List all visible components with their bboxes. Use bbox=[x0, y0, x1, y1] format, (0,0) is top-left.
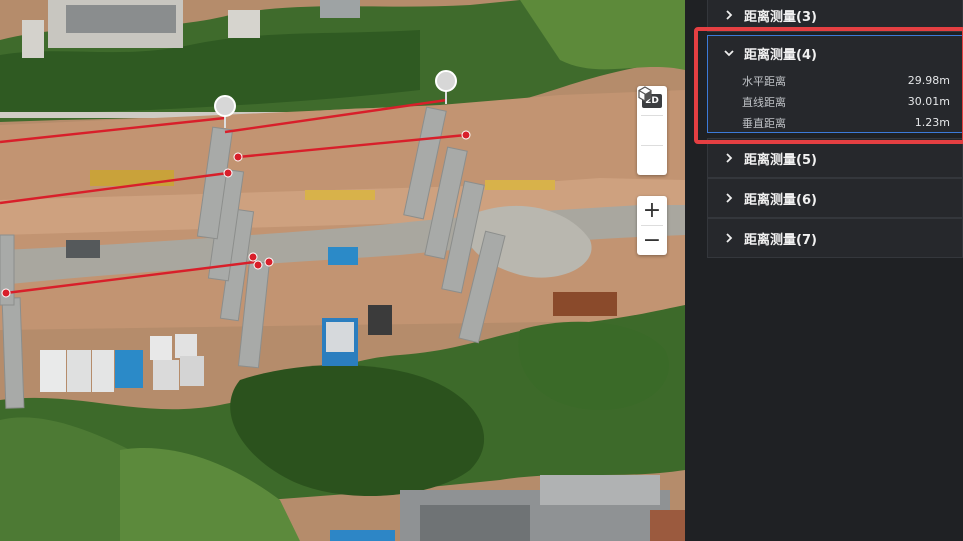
measure-item-title: 距离测量(3) bbox=[744, 9, 817, 25]
row-value: 29.98m bbox=[907, 74, 950, 87]
view-mode-toolbar: 2D bbox=[637, 86, 667, 175]
zoom-out-button[interactable]: − bbox=[637, 226, 667, 255]
measure-item-header[interactable]: 距离测量(7) bbox=[708, 219, 962, 257]
chevron-right-icon bbox=[726, 193, 733, 203]
measure-item-5[interactable]: 距离测量(5) bbox=[707, 138, 963, 178]
mode-3d-model-button[interactable] bbox=[637, 87, 667, 145]
measure-item-title: 距离测量(4) bbox=[744, 47, 817, 63]
measure-item-title: 距离测量(5) bbox=[744, 152, 817, 168]
measure-item-header[interactable]: 距离测量(4) bbox=[708, 36, 962, 70]
row-value: 30.01m bbox=[907, 95, 950, 108]
row-label: 垂直距离 bbox=[742, 116, 786, 130]
cube-outline-icon bbox=[638, 86, 652, 102]
measure-item-4-expanded[interactable]: 距离测量(4) 水平距离 29.98m 直线距离 30.01m 垂直距离 1.2… bbox=[707, 35, 963, 133]
aerial-imagery bbox=[0, 0, 685, 541]
straight-distance-row: 直线距离 30.01m bbox=[742, 91, 950, 112]
measure-item-6[interactable]: 距离测量(6) bbox=[707, 178, 963, 218]
measure-item-title: 距离测量(7) bbox=[744, 232, 817, 248]
zoom-in-button[interactable]: + bbox=[637, 196, 667, 225]
aerial-map-view[interactable]: 2D + − bbox=[0, 0, 685, 541]
zoom-control: + − bbox=[637, 196, 667, 255]
measurement-list-panel: 距离测量(3) 距离测量(4) 水平距离 29.98m 直线距离 30.01m … bbox=[685, 0, 963, 541]
measure-item-3[interactable]: 距离测量(3) bbox=[707, 0, 963, 32]
row-label: 直线距离 bbox=[742, 95, 786, 109]
row-value: 1.23m bbox=[914, 116, 950, 129]
chevron-down-icon bbox=[724, 50, 734, 57]
vertical-distance-row: 垂直距离 1.23m bbox=[742, 112, 950, 133]
measure-item-7[interactable]: 距离测量(7) bbox=[707, 218, 963, 258]
row-label: 水平距离 bbox=[742, 74, 786, 88]
measure-item-header[interactable]: 距离测量(3) bbox=[708, 0, 962, 33]
chevron-right-icon bbox=[726, 153, 733, 163]
chevron-right-icon bbox=[726, 233, 733, 243]
measure-details: 水平距离 29.98m 直线距离 30.01m 垂直距离 1.23m bbox=[708, 70, 962, 141]
mode-3d-tiles-button[interactable] bbox=[637, 86, 667, 175]
chevron-right-icon bbox=[726, 10, 733, 20]
measure-item-title: 距离测量(6) bbox=[744, 192, 817, 208]
horizontal-distance-row: 水平距离 29.98m bbox=[742, 70, 950, 91]
measure-item-header[interactable]: 距离测量(6) bbox=[708, 179, 962, 217]
measure-item-header[interactable]: 距离测量(5) bbox=[708, 139, 962, 177]
